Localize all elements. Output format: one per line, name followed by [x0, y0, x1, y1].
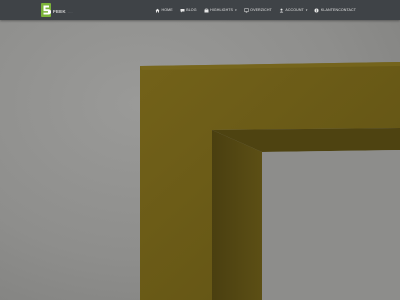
gold-frame-illustration	[140, 62, 400, 300]
briefcase-icon	[204, 8, 209, 12]
nav-item-customer-contact[interactable]: KLANTENCONTACT	[314, 8, 356, 13]
chevron-down-icon: ▾	[235, 8, 237, 12]
main-menu: HOME BLOG HIGHLIGHTS ▾ OVERZICHT ACCOUNT…	[155, 0, 356, 20]
nav-item-label: HOME	[161, 8, 173, 12]
nav-item-home[interactable]: HOME	[155, 8, 173, 13]
home-icon	[155, 8, 160, 12]
logo-name: FEEK	[53, 9, 66, 14]
nav-item-label: KLANTENCONTACT	[320, 8, 356, 12]
chevron-down-icon: ▾	[305, 8, 308, 12]
info-icon	[314, 8, 319, 12]
site-logo[interactable]: FEEK ......	[41, 2, 73, 18]
nav-item-label: HIGHLIGHTS	[210, 8, 234, 12]
hero-image	[0, 20, 400, 300]
monitor-icon	[243, 8, 249, 12]
logo-tagline: ......	[67, 10, 73, 14]
nav-item-overview[interactable]: OVERZICHT	[243, 8, 272, 13]
nav-item-label: BLOG	[186, 8, 197, 12]
nav-item-blog[interactable]: BLOG	[180, 8, 197, 13]
top-navbar: FEEK ...... HOME BLOG HIGHLIGHTS ▾ OVERZ…	[0, 0, 400, 20]
chat-icon	[180, 8, 185, 12]
nav-item-label: ACCOUNT	[285, 8, 304, 12]
nav-item-label: OVERZICHT	[250, 8, 272, 12]
nav-item-highlights[interactable]: HIGHLIGHTS ▾	[204, 8, 237, 13]
nav-item-account[interactable]: ACCOUNT ▾	[279, 8, 308, 13]
logo-mark-icon	[41, 3, 52, 17]
user-icon	[279, 8, 284, 12]
